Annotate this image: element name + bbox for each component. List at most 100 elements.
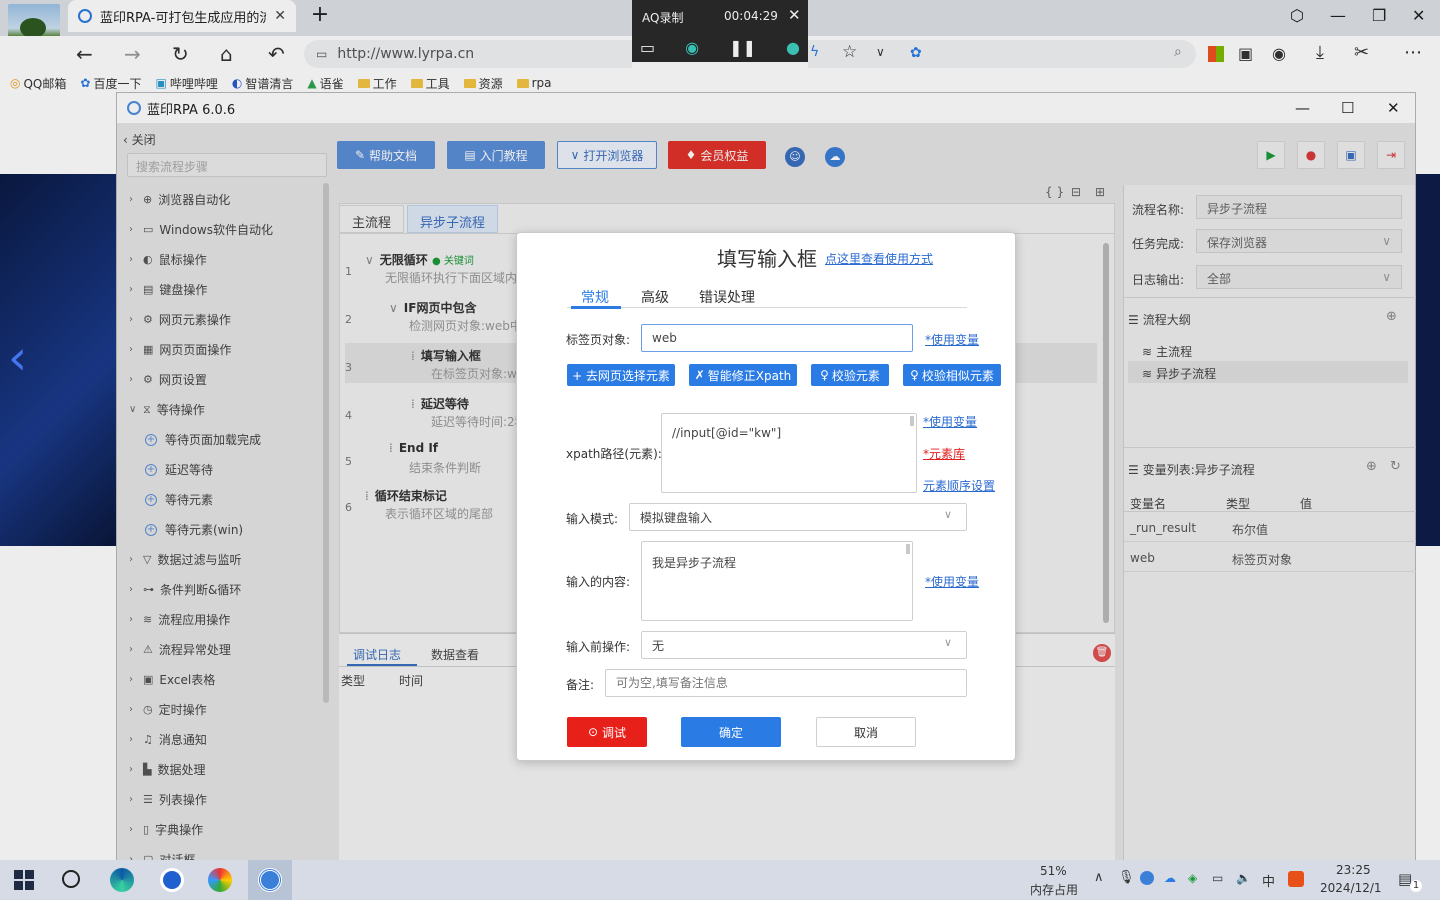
refresh-icon[interactable]: ↻ [1390, 459, 1401, 474]
use-variable-link[interactable]: *使用变量 [925, 573, 979, 590]
sogou-icon[interactable] [1288, 871, 1304, 887]
record-icon[interactable]: ◉ [685, 38, 699, 57]
editor-scrollbar[interactable] [1103, 243, 1109, 623]
close-window-icon[interactable]: ✕ [1412, 6, 1425, 25]
step-title[interactable]: ∨ IF网页中包含 [389, 299, 476, 316]
tab-debug-log[interactable]: 调试日志 [353, 646, 401, 663]
open-browser-button[interactable]: ∨ 打开浏览器 [557, 141, 657, 169]
rpa-taskbar-icon[interactable] [258, 868, 282, 892]
pause-icon[interactable]: ❚❚ [729, 38, 756, 57]
new-tab-button[interactable]: + [308, 4, 332, 28]
start-icon[interactable] [14, 870, 34, 890]
address-bar[interactable]: ▭ http://www.lyrpa.cn [304, 40, 632, 68]
rpa-close-icon[interactable]: ✕ [1387, 99, 1400, 117]
step-title[interactable]: ∨ 无限循环 ● 关键词 [365, 251, 474, 268]
clear-log-icon[interactable]: 🗑 [1093, 644, 1111, 662]
sidebar-item[interactable]: › ☰ 列表操作 [129, 791, 207, 808]
minimize-icon[interactable]: — [1330, 6, 1346, 25]
tray-app-icon[interactable] [1140, 871, 1154, 885]
download-icon[interactable]: ⤓ [1316, 42, 1324, 63]
help-docs-button[interactable]: ✎ 帮助文档 [337, 141, 435, 169]
element-library-link[interactable]: *元素库 [923, 445, 965, 462]
forward-icon[interactable]: → [124, 42, 141, 66]
step-title[interactable]: ⁞ 填写输入框 [411, 347, 481, 364]
support-icon[interactable]: ☺ [785, 147, 805, 167]
bookmark-yuque[interactable]: ▲ 语雀 [307, 72, 343, 94]
browser-tab[interactable]: 蓝印RPA-可打包生成应用的流程 ✕ [68, 0, 296, 32]
sidebar-item[interactable]: › ⚠ 流程异常处理 [129, 641, 231, 658]
ime-indicator[interactable]: 中 [1262, 871, 1275, 890]
clock-time[interactable]: 23:25 [1336, 863, 1371, 877]
sidebar-item[interactable]: › ▯ 字典操作 [129, 821, 203, 838]
outline-item-main[interactable]: ≋ 主流程 [1142, 343, 1192, 360]
input-mode-select[interactable]: 模拟键盘输入 ∨ [629, 503, 967, 531]
tray-network-icon[interactable]: ▭ [1212, 871, 1223, 885]
tab-advanced[interactable]: 高级 [641, 287, 669, 307]
use-variable-link[interactable]: *使用变量 [923, 413, 977, 430]
clock-date[interactable]: 2024/12/1 [1320, 881, 1382, 895]
bookmark-qqmail[interactable]: ◎ QQ邮箱 [10, 72, 66, 94]
window-icon[interactable]: ▭ [640, 38, 655, 57]
restore-icon[interactable]: ❐ [1372, 6, 1386, 25]
mic-icon[interactable]: ● [786, 38, 800, 57]
browser-icon[interactable] [160, 868, 184, 892]
close-panel-button[interactable]: ‹ 关闭 [123, 131, 156, 148]
community-icon[interactable]: ☁ [825, 147, 845, 167]
sidebar-item[interactable]: › ▣ Excel表格 [129, 671, 215, 688]
sidebar-item[interactable]: › ♫ 消息通知 [129, 731, 207, 748]
step-title[interactable]: ⁞ 延迟等待 [411, 395, 469, 412]
tab-async-subflow[interactable]: 异步子流程 [407, 205, 499, 233]
tab-close-icon[interactable]: ✕ [274, 8, 286, 24]
rpa-minimize-icon[interactable]: — [1295, 99, 1310, 117]
add-variable-icon[interactable]: ⊕ [1366, 459, 1377, 474]
reload-icon[interactable]: ↻ [172, 42, 189, 66]
stop-icon[interactable]: ● [1297, 141, 1325, 169]
sidebar-item[interactable]: › ≋ 流程应用操作 [129, 611, 230, 628]
exit-icon[interactable]: ⇥ [1377, 141, 1405, 169]
step-title[interactable]: ⁞ End If [389, 441, 438, 455]
bookmark-work[interactable]: 工作 [357, 72, 397, 94]
bookmark-baidu[interactable]: ✿ 百度一下 [80, 72, 141, 94]
xpath-textarea[interactable]: //input[@id="kw"] [661, 413, 917, 493]
reader-icon[interactable]: ▣ [1238, 44, 1253, 63]
collapse-icon[interactable]: ⊟ [1071, 185, 1081, 199]
code-view-icon[interactable]: { } [1045, 185, 1064, 199]
bookmark-rpa[interactable]: rpa [516, 72, 552, 94]
sidebar-item[interactable]: › ⊕ 浏览器自动化 [129, 191, 230, 208]
app-icon[interactable] [208, 868, 232, 892]
home-icon[interactable]: ⌂ [220, 42, 233, 66]
sidebar-subitem[interactable]: + 延迟等待 [145, 461, 213, 478]
flow-name-input[interactable]: 异步子流程 [1196, 195, 1402, 219]
search-icon[interactable]: ⌕ [1174, 44, 1182, 60]
outline-item-sub[interactable]: ≋ 异步子流程 [1142, 365, 1216, 382]
verify-element-button[interactable]: ♀ 校验元素 [811, 364, 889, 386]
chevron-down-icon[interactable]: ∨ [876, 45, 885, 59]
extensions-icon[interactable]: ⬡ [1290, 6, 1304, 25]
search-box[interactable]: ✿ ⌕ [898, 40, 1196, 68]
confirm-button[interactable]: 确定 [681, 717, 781, 747]
tutorial-button[interactable]: ▤ 入门教程 [447, 141, 545, 169]
add-outline-icon[interactable]: ⊕ [1386, 309, 1397, 324]
sidebar-item[interactable]: › ⊶ 条件判断&循环 [129, 581, 241, 598]
cancel-button[interactable]: 取消 [816, 717, 916, 747]
var-name[interactable]: _run_result [1130, 521, 1196, 535]
element-order-link[interactable]: 元素顺序设置 [923, 477, 995, 494]
carousel-prev-icon[interactable]: ‹ [8, 334, 27, 382]
task-done-select[interactable]: 保存浏览器 ∨ [1196, 229, 1402, 253]
sidebar-item[interactable]: › ▽ 数据过滤与监听 [129, 551, 241, 568]
bookmark-bilibili[interactable]: ▣ 哔哩哔哩 [155, 72, 217, 94]
input-content-textarea[interactable]: 我是异步子流程 [641, 541, 913, 621]
sidebar-subitem[interactable]: + 等待页面加载完成 [145, 431, 261, 448]
tray-volume-icon[interactable]: 🔈 [1236, 871, 1251, 885]
note-input[interactable] [605, 669, 967, 697]
sidebar-item[interactable]: › ▙ 数据处理 [129, 761, 205, 778]
bookmark-tools[interactable]: 工具 [410, 72, 450, 94]
verify-similar-button[interactable]: ♀ 校验相似元素 [903, 364, 1001, 386]
vip-button[interactable]: ♦ 会员权益 [668, 141, 766, 169]
recorder-close-button[interactable]: ✕ [788, 6, 801, 24]
sidebar-item[interactable]: › ◐ 鼠标操作 [129, 251, 207, 268]
sidebar-item[interactable]: ∨ ⧖ 等待操作 [129, 401, 205, 418]
flow-search-input[interactable]: 搜索流程步骤 [127, 153, 327, 177]
sidebar-item[interactable]: › ⚙ 网页元素操作 [129, 311, 231, 328]
rpa-maximize-icon[interactable]: ☐ [1341, 99, 1354, 117]
